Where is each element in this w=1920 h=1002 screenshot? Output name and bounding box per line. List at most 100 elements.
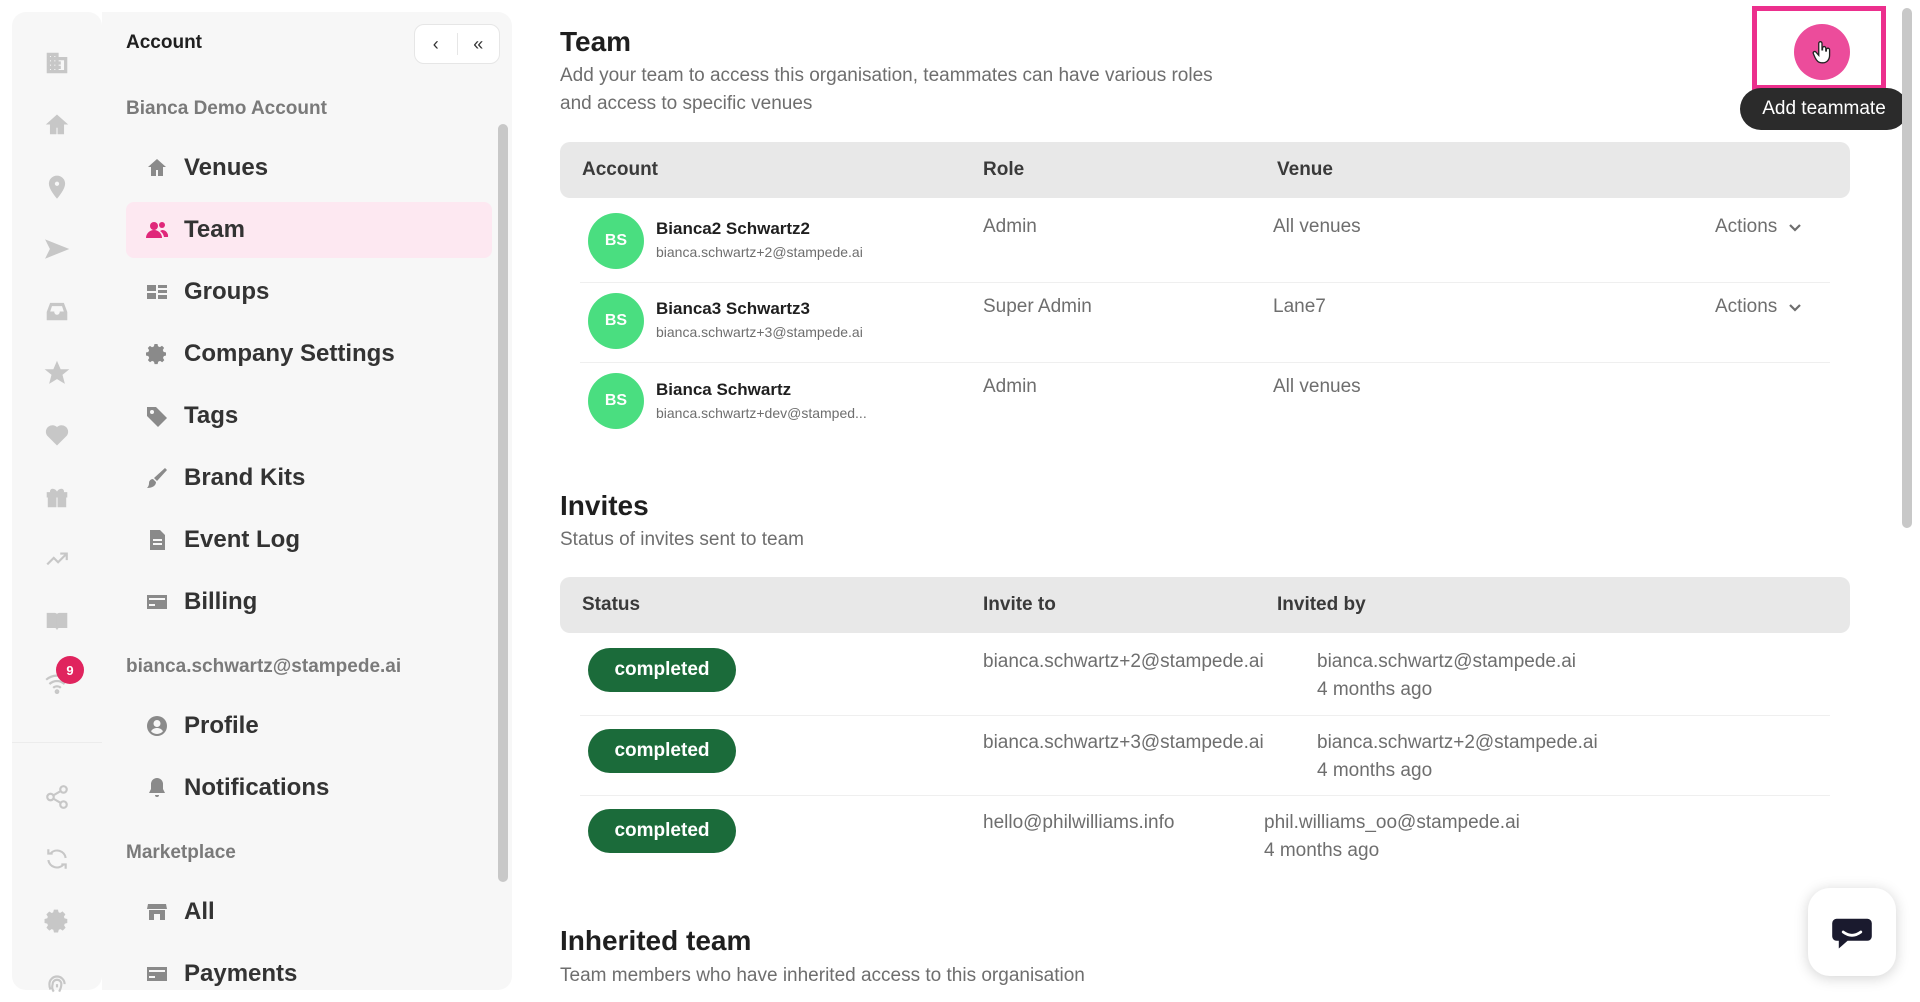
member-role: Super Admin <box>983 296 1092 317</box>
collapse-all-button[interactable]: « <box>458 25 500 63</box>
account-sidebar: Account ‹ « Bianca Demo Account Venues T… <box>102 12 512 990</box>
nav-item-label: Payments <box>184 960 298 987</box>
team-table-header: Account Role Venue <box>560 142 1850 198</box>
invited-by: phil.williams_oo@stampede.ai 4 months ag… <box>1264 809 1520 865</box>
nav-item-groups[interactable]: Groups <box>126 264 492 320</box>
actions-label: Actions <box>1715 216 1778 237</box>
sidebar-title: Account <box>126 32 202 53</box>
star-icon[interactable] <box>42 358 72 388</box>
nav-item-label: Brand Kits <box>184 464 306 491</box>
store-icon <box>144 899 170 925</box>
team-description-line: and access to specific venues <box>560 93 813 114</box>
building-icon[interactable] <box>42 48 72 78</box>
fingerprint-icon[interactable] <box>42 968 72 998</box>
avatar: BS <box>588 373 644 429</box>
member-role: Admin <box>983 376 1037 397</box>
nav-item-payments[interactable]: Payments <box>126 946 492 990</box>
card-icon <box>144 589 170 615</box>
nav-item-label: All <box>184 898 215 925</box>
gift-icon[interactable] <box>42 482 72 512</box>
settings-icon[interactable] <box>42 906 72 936</box>
refresh-icon[interactable] <box>42 844 72 874</box>
team-title: Team <box>560 26 632 57</box>
invited-by-email: phil.williams_oo@stampede.ai <box>1264 812 1520 833</box>
book-icon[interactable] <box>42 606 72 636</box>
sidebar-scrollbar[interactable] <box>498 124 508 882</box>
send-icon[interactable] <box>42 234 72 264</box>
invited-when: 4 months ago <box>1264 840 1380 861</box>
bell-icon <box>144 775 170 801</box>
chat-icon <box>1832 918 1872 949</box>
rail-divider <box>12 742 102 743</box>
notification-badge: 9 <box>56 656 84 684</box>
avatar: BS <box>588 213 644 269</box>
nav-item-venues[interactable]: Venues <box>126 140 492 196</box>
status-badge: completed <box>588 648 736 692</box>
icon-rail: 9 <box>12 12 102 993</box>
chat-button[interactable] <box>1808 888 1896 976</box>
chevron-down-icon <box>1789 224 1802 232</box>
row-divider <box>580 282 1830 283</box>
nav-item-label: Team <box>184 216 245 243</box>
member-name: Bianca3 Schwartz3 <box>656 299 811 318</box>
home-icon[interactable] <box>42 110 72 140</box>
member-email: bianca.schwartz+2@stampede.ai <box>656 244 863 260</box>
user-section-label: bianca.schwartz@stampede.ai <box>126 656 402 677</box>
row-divider <box>580 715 1830 716</box>
member-venue: Lane7 <box>1273 296 1326 317</box>
invited-by: bianca.schwartz+2@stampede.ai 4 months a… <box>1317 729 1598 785</box>
user-circle-icon <box>144 713 170 739</box>
actions-dropdown[interactable]: Actions <box>1715 296 1803 318</box>
nav-item-profile[interactable]: Profile <box>126 698 492 754</box>
nav-item-team[interactable]: Team <box>126 202 492 258</box>
invite-to: bianca.schwartz+3@stampede.ai <box>983 732 1264 753</box>
column-header-role: Role <box>983 159 1025 180</box>
avatar: BS <box>588 293 644 349</box>
nav-item-notifications[interactable]: Notifications <box>126 760 492 816</box>
add-teammate-button[interactable] <box>1794 24 1850 80</box>
location-pin-icon[interactable] <box>42 172 72 202</box>
nav-item-brand-kits[interactable]: Brand Kits <box>126 450 492 506</box>
page-scrollbar[interactable] <box>1902 8 1912 528</box>
marketplace-section-label: Marketplace <box>126 842 236 863</box>
status-badge: completed <box>588 809 736 853</box>
nav-item-event-log[interactable]: Event Log <box>126 512 492 568</box>
invited-by: bianca.schwartz@stampede.ai 4 months ago <box>1317 648 1576 704</box>
nav-item-label: Event Log <box>184 526 301 553</box>
document-icon <box>144 527 170 553</box>
nav-item-billing[interactable]: Billing <box>126 574 492 630</box>
column-header-invite-to: Invite to <box>983 594 1056 615</box>
hand-cursor-icon <box>1812 41 1831 64</box>
invited-by-email: bianca.schwartz@stampede.ai <box>1317 651 1577 672</box>
invited-when: 4 months ago <box>1317 679 1433 700</box>
brush-icon <box>144 465 170 491</box>
share-icon[interactable] <box>42 782 72 812</box>
main-content: Team Add your team to access this organi… <box>560 0 1850 1002</box>
nav-item-label: Billing <box>184 588 258 615</box>
member-venue: All venues <box>1273 216 1361 237</box>
groups-icon <box>144 279 170 305</box>
member-venue: All venues <box>1273 376 1361 397</box>
nav-item-tags[interactable]: Tags <box>126 388 492 444</box>
org-section-label: Bianca Demo Account <box>126 98 327 119</box>
inbox-icon[interactable] <box>42 296 72 326</box>
collapse-controls: ‹ « <box>414 24 500 64</box>
column-header-status: Status <box>582 594 641 615</box>
nav-item-company-settings[interactable]: Company Settings <box>126 326 492 382</box>
member-name: Bianca Schwartz <box>656 380 792 399</box>
actions-dropdown[interactable]: Actions <box>1715 216 1803 238</box>
nav-item-all[interactable]: All <box>126 884 492 940</box>
nav-item-label: Tags <box>184 402 239 429</box>
member-email: bianca.schwartz+dev@stamped... <box>656 405 867 421</box>
team-description: Add your team to access this organisatio… <box>560 62 1213 118</box>
heart-icon[interactable] <box>42 420 72 450</box>
nav-item-label: Venues <box>184 154 269 181</box>
home-icon <box>144 155 170 181</box>
tag-icon <box>144 403 170 429</box>
trend-icon[interactable] <box>42 544 72 574</box>
team-description-line: Add your team to access this organisatio… <box>560 65 1213 86</box>
invites-title: Invites <box>560 490 649 521</box>
invite-to: bianca.schwartz+2@stampede.ai <box>983 651 1264 672</box>
collapse-left-button[interactable]: ‹ <box>415 25 457 63</box>
row-divider <box>580 795 1830 796</box>
